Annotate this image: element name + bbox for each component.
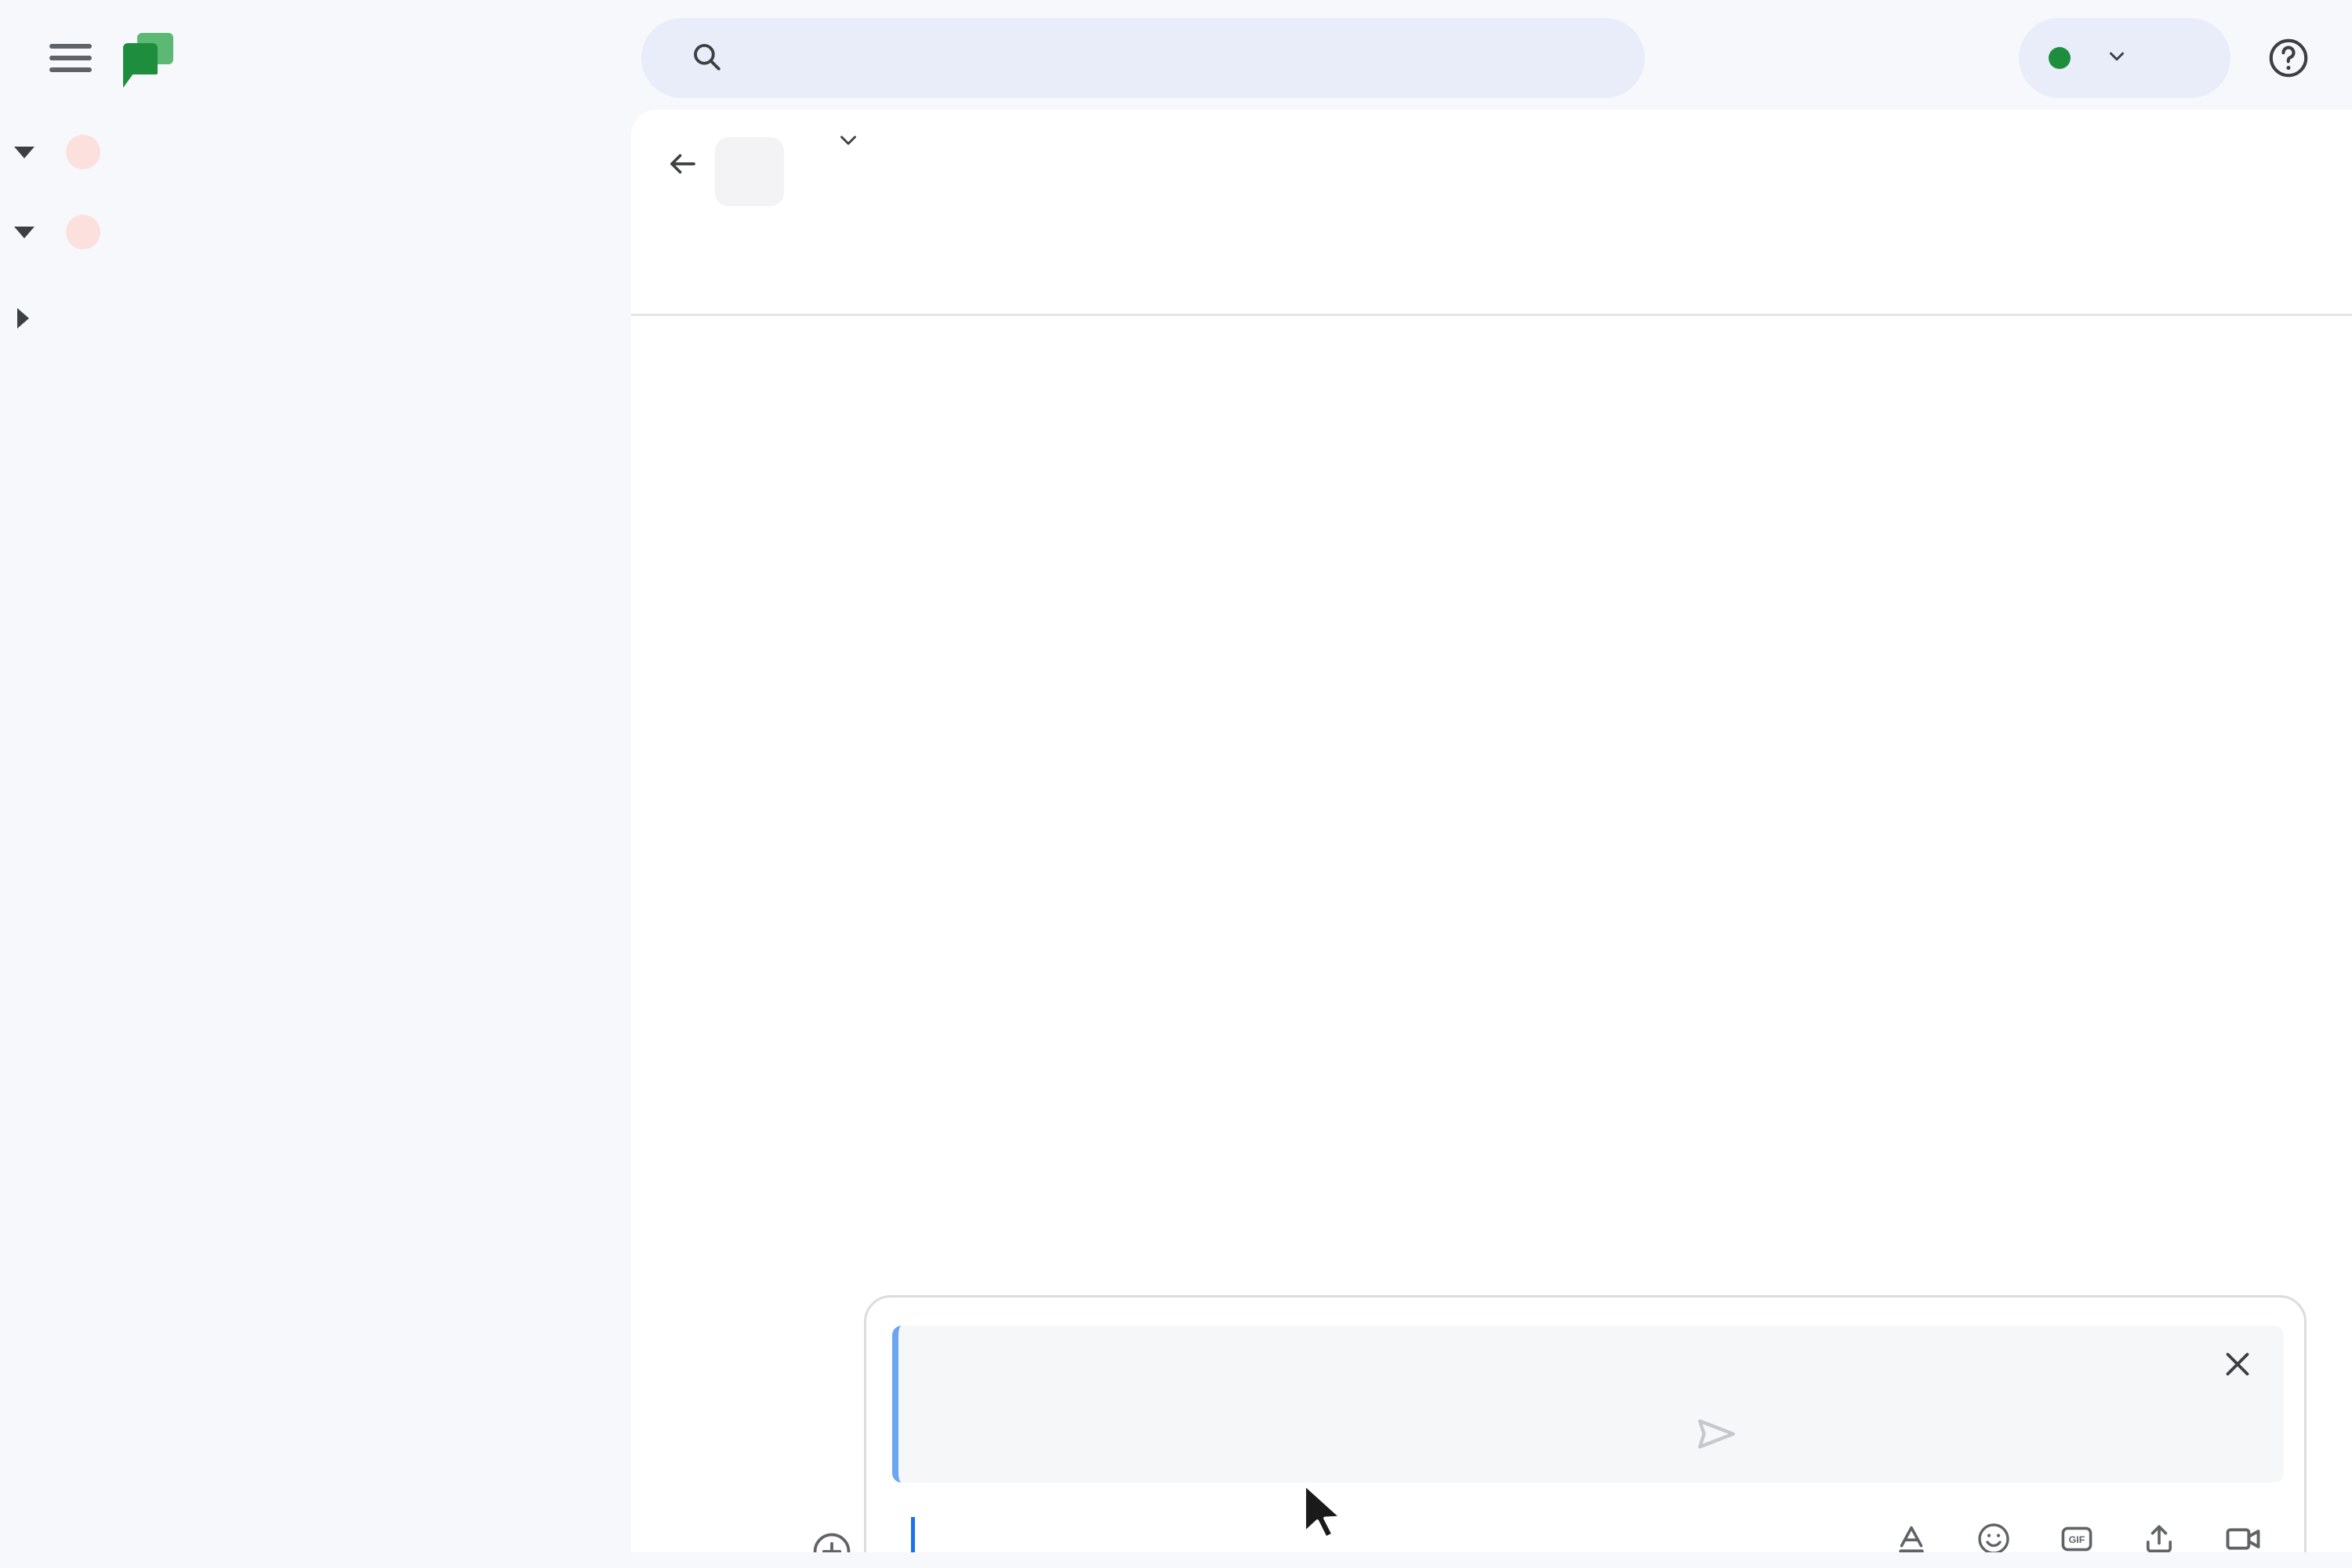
conversation-panel: GIF: [631, 110, 2352, 1552]
chevron-down-icon: [835, 127, 862, 158]
gif-icon[interactable]: GIF: [2058, 1520, 2096, 1552]
conversation-title-button[interactable]: [818, 127, 862, 158]
sidebar-section-spaces[interactable]: [0, 196, 631, 268]
svg-text:GIF: GIF: [2069, 1534, 2085, 1545]
message-composer: GIF: [813, 1295, 2307, 1552]
search-icon: [690, 40, 723, 77]
brand: [123, 33, 195, 88]
tab-divider: [631, 314, 2352, 316]
composer-toolbar: GIF: [1893, 1519, 2263, 1552]
triangle-down-icon: [14, 146, 34, 158]
upload-icon[interactable]: [2141, 1521, 2177, 1552]
chat-section-badge: [66, 135, 100, 169]
quoted-message: [892, 1326, 2284, 1483]
status-selector[interactable]: [2019, 18, 2230, 98]
text-format-icon[interactable]: [1893, 1521, 1929, 1552]
status-dot-icon: [2049, 47, 2071, 69]
sidebar-section-meet[interactable]: [0, 282, 631, 354]
search-input[interactable]: [641, 18, 1645, 98]
close-icon[interactable]: [2220, 1346, 2256, 1388]
sidebar: [0, 116, 631, 1568]
triangle-down-icon: [14, 226, 34, 238]
send-icon[interactable]: [1693, 1411, 1739, 1457]
video-camera-icon[interactable]: [2223, 1519, 2263, 1552]
chevron-down-icon: [2105, 45, 2129, 72]
back-arrow-icon[interactable]: [664, 147, 702, 180]
message-input[interactable]: [911, 1517, 915, 1552]
conversation-header: [631, 110, 2352, 212]
plus-circle-icon[interactable]: [810, 1530, 854, 1552]
google-chat-app: GIF: [0, 0, 2352, 1568]
emoji-icon[interactable]: [1975, 1520, 2013, 1552]
help-circle-icon[interactable]: [2266, 35, 2311, 81]
hamburger-menu-icon[interactable]: [49, 42, 92, 74]
triangle-right-icon: [17, 308, 29, 328]
google-chat-logo: [123, 33, 173, 88]
sidebar-section-chat[interactable]: [0, 116, 631, 188]
space-avatar: [715, 137, 784, 206]
spaces-section-badge: [66, 215, 100, 249]
